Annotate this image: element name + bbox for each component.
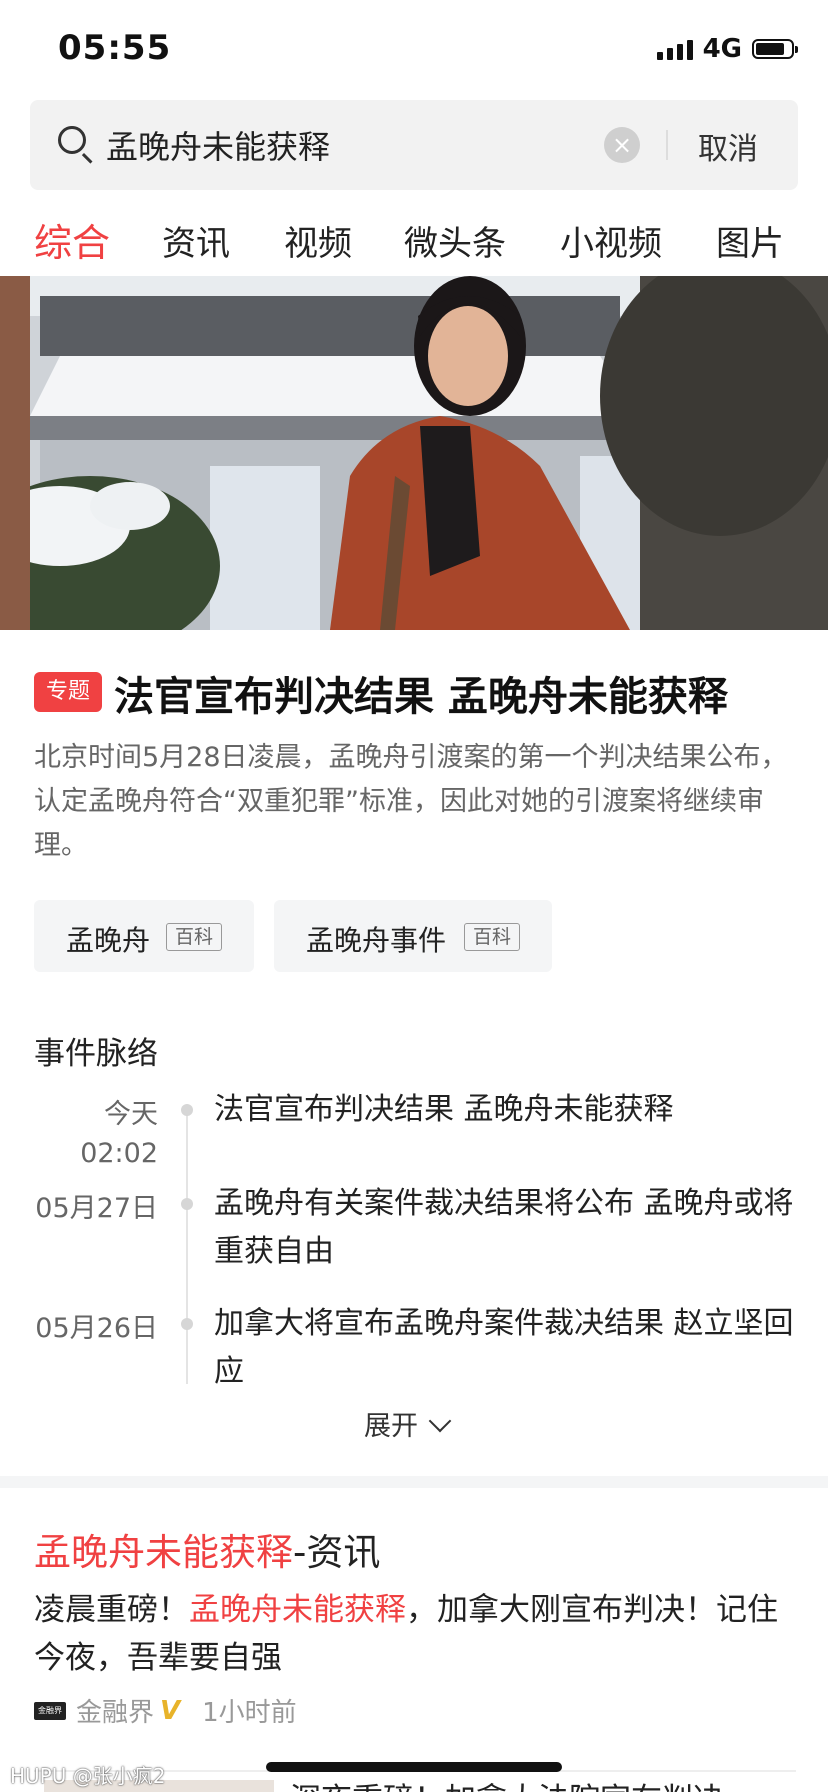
verified-icon: V	[160, 1695, 181, 1726]
timeline-line	[186, 1112, 188, 1384]
timeline-item-1[interactable]: 孟晚舟有关案件裁决结果将公布 孟晚舟或将重获自由	[214, 1180, 794, 1276]
news-meta: 金融界 金融界 V 1小时前	[34, 1692, 297, 1729]
topic-title[interactable]: 法官宣布判决结果 孟晚舟未能获释	[114, 664, 728, 722]
news-time: 1小时前	[202, 1698, 297, 1728]
clear-search-icon[interactable]: ×	[604, 127, 640, 163]
status-time: 05:55	[58, 28, 172, 68]
next-news-title: 深夜重磅！加拿大法院宣布判决	[290, 1774, 724, 1792]
timeline-date: 05月27日	[35, 1193, 158, 1224]
tab-video[interactable]: 视频	[284, 216, 352, 265]
news-title-keyword: 孟晚舟未能获释	[34, 1531, 293, 1574]
timeline-dot	[181, 1198, 193, 1210]
news-headline-prefix: 凌晨重磅！	[34, 1592, 189, 1628]
entity-chip-meng-wanzhou-incident[interactable]: 孟晚舟事件 百科	[274, 900, 552, 972]
tab-micro-headline[interactable]: 微头条	[404, 216, 506, 265]
search-divider	[666, 130, 668, 160]
timeline-item-0[interactable]: 法官宣布判决结果 孟晚舟未能获释	[214, 1086, 794, 1134]
news-section-title[interactable]: 孟晚舟未能获释-资讯	[34, 1522, 380, 1576]
source-logo: 金融界	[34, 1701, 66, 1720]
status-bar: 05:55 4G	[0, 0, 828, 96]
entity-chip-meng-wanzhou[interactable]: 孟晚舟 百科	[34, 900, 254, 972]
tab-short-video[interactable]: 小视频	[560, 216, 662, 265]
timeline-date: 05月26日	[35, 1313, 158, 1344]
encyclopedia-badge: 百科	[166, 923, 223, 951]
search-input[interactable]: 孟晚舟未能获释	[106, 122, 330, 168]
news-title-suffix: -资讯	[293, 1531, 381, 1574]
network-type: 4G	[702, 34, 742, 64]
cancel-button[interactable]: 取消	[698, 124, 758, 168]
timeline-time: 02:02	[80, 1138, 158, 1169]
battery-icon	[752, 39, 798, 59]
expand-label: 展开	[364, 1411, 418, 1442]
tab-comprehensive[interactable]: 综合	[34, 212, 110, 267]
search-icon	[58, 126, 86, 154]
watermark: HUPU @张小疯2	[10, 1764, 166, 1788]
timeline-item-2[interactable]: 加拿大将宣布孟晚舟案件裁决结果 赵立坚回应	[214, 1300, 794, 1396]
category-tabs: 综合 资讯 视频 微头条 小视频 图片	[0, 210, 828, 270]
tab-images[interactable]: 图片	[716, 216, 784, 265]
news-source[interactable]: 金融界	[76, 1692, 154, 1729]
news-headline-keyword: 孟晚舟未能获释	[189, 1592, 406, 1628]
search-bar: 孟晚舟未能获释 × 取消	[30, 100, 798, 190]
chevron-down-icon	[428, 1409, 452, 1433]
timeline-dot	[181, 1318, 193, 1330]
topic-hero-image[interactable]	[0, 276, 828, 630]
hero-photo	[0, 276, 828, 630]
timeline-date: 今天	[104, 1099, 158, 1130]
topic-summary: 北京时间5月28日凌晨，孟晚舟引渡案的第一个判决结果公布，认定孟晚舟符合“双重犯…	[34, 742, 788, 861]
topic-badge: 专题	[34, 672, 102, 712]
home-indicator[interactable]	[266, 1762, 562, 1772]
status-indicators: 4G	[656, 34, 798, 64]
timeline-dot	[181, 1104, 193, 1116]
entity-chip-label: 孟晚舟	[66, 924, 151, 957]
expand-timeline-button[interactable]: 展开	[364, 1404, 452, 1443]
tab-news[interactable]: 资讯	[162, 216, 230, 265]
section-separator	[0, 1476, 828, 1488]
signal-icon	[656, 38, 693, 60]
entity-chip-label: 孟晚舟事件	[306, 924, 447, 957]
news-headline[interactable]: 凌晨重磅！孟晚舟未能获释，加拿大刚宣布判决！记住今夜，吾辈要自强	[34, 1586, 796, 1682]
encyclopedia-badge: 百科	[464, 923, 521, 951]
timeline-header: 事件脉络	[34, 1036, 158, 1072]
